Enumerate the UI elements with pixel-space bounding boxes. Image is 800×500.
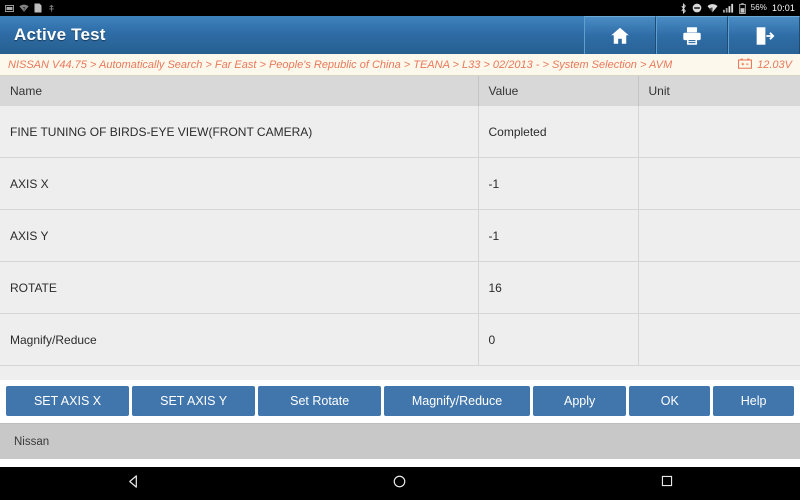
ok-button[interactable]: OK [629,386,711,416]
cell-value: 16 [478,261,639,314]
table-row[interactable]: AXIS Y -1 [0,209,800,262]
wifi-alert-icon: ? [19,4,29,13]
clock-label: 10:01 [771,3,795,13]
battery-percent-label: 56% [750,3,767,12]
battery-icon [738,2,746,14]
printer-icon [681,25,703,47]
action-button-bar: SET AXIS X SET AXIS Y Set Rotate Magnify… [0,380,800,423]
home-button[interactable] [584,16,656,54]
signal-icon [722,3,734,13]
cell-unit [638,157,800,210]
cell-value: -1 [478,157,639,210]
app-header: Active Test [0,16,800,54]
cell-name: ROTATE [0,261,479,314]
apply-button[interactable]: Apply [532,386,627,416]
cell-value: 0 [478,313,639,366]
cell-name: AXIS X [0,157,479,210]
column-header-unit: Unit [638,76,800,106]
nav-back-button[interactable] [93,474,173,494]
nav-home-button[interactable] [360,474,440,494]
battery-voltage-icon [738,56,753,74]
voltage-value: 12.03V [757,58,792,71]
table-body: FINE TUNING OF BIRDS-EYE VIEW(FRONT CAME… [0,106,800,366]
print-button[interactable] [656,16,728,54]
bluetooth-icon [680,2,687,14]
cell-unit [638,209,800,262]
breadcrumb: NISSAN V44.75 > Automatically Search > F… [0,54,800,76]
svg-text:?: ? [23,7,26,13]
back-icon [126,474,141,494]
page-title: Active Test [14,25,106,44]
table-header-row: Name Value Unit [0,76,800,106]
help-button[interactable]: Help [713,386,794,416]
cell-unit [638,261,800,314]
set-axis-y-button[interactable]: SET AXIS Y [132,386,256,416]
status-system-icons: 56% 10:01 [680,0,795,16]
cell-unit [638,313,800,366]
breadcrumb-path[interactable]: NISSAN V44.75 > Automatically Search > F… [8,59,672,71]
footer-bar: Nissan [0,423,800,459]
status-notification-icons: ? [5,3,56,13]
parameter-table: Name Value Unit FINE TUNING OF BIRDS-EYE… [0,76,800,366]
cell-name: Magnify/Reduce [0,313,479,366]
set-rotate-button[interactable]: Set Rotate [258,386,382,416]
wifi-icon [707,3,718,13]
android-status-bar: ? 56% 10:01 [0,0,800,16]
usb-icon [47,3,56,13]
exit-door-icon [753,25,775,47]
table-row[interactable]: Magnify/Reduce 0 [0,313,800,366]
header-action-buttons [584,16,800,54]
vehicle-make-label: Nissan [14,435,50,448]
cell-name: FINE TUNING OF BIRDS-EYE VIEW(FRONT CAME… [0,106,479,158]
table-row[interactable]: ROTATE 16 [0,261,800,314]
column-header-value: Value [478,76,639,106]
set-axis-x-button[interactable]: SET AXIS X [6,386,130,416]
table-empty-space [0,366,800,380]
table-row[interactable]: FINE TUNING OF BIRDS-EYE VIEW(FRONT CAME… [0,106,800,158]
cell-value: -1 [478,209,639,262]
column-header-name: Name [0,76,479,106]
cell-unit [638,106,800,158]
screenshot-icon [5,4,14,13]
table-row[interactable]: AXIS X -1 [0,157,800,210]
recents-icon [660,474,674,493]
cell-value: Completed [478,106,639,158]
home-icon [609,25,631,47]
android-nav-bar [0,467,800,500]
magnify-reduce-button[interactable]: Magnify/Reduce [384,386,530,416]
nav-recents-button[interactable] [627,474,707,493]
sim-card-icon [34,3,42,13]
cell-name: AXIS Y [0,209,479,262]
dnd-icon [692,3,702,13]
exit-button[interactable] [728,16,800,54]
voltage-indicator: 12.03V [738,56,792,74]
home-icon [392,474,407,494]
